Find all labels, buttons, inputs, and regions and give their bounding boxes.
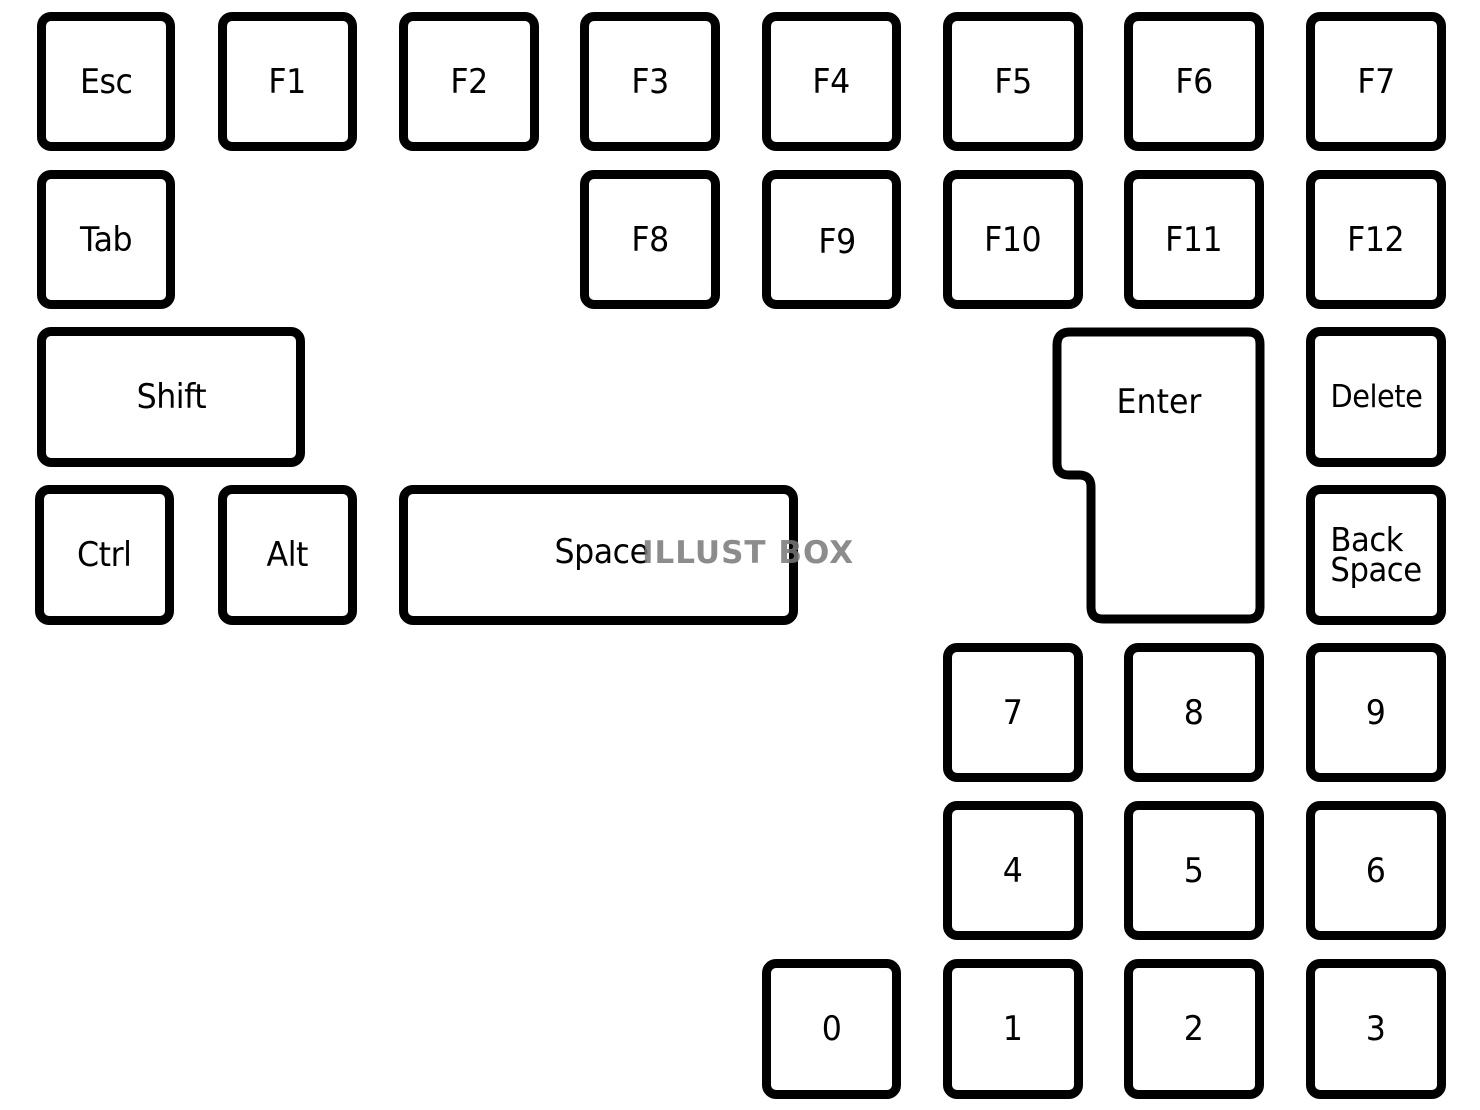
key-label: 1 xyxy=(1003,1009,1023,1049)
key-label: 5 xyxy=(1184,850,1204,891)
key-shift[interactable]: Shift xyxy=(37,327,305,467)
key-label: F11 xyxy=(1165,219,1223,260)
key-label: Delete xyxy=(1330,378,1422,415)
key-numpad-5[interactable]: 5 xyxy=(1124,801,1264,940)
key-label: F9 xyxy=(818,221,857,262)
key-alt[interactable]: Alt xyxy=(218,485,357,625)
key-label: F7 xyxy=(1357,61,1395,102)
key-numpad-8[interactable]: 8 xyxy=(1124,643,1264,782)
key-f9[interactable]: F9 xyxy=(762,170,901,309)
key-numpad-1[interactable]: 1 xyxy=(943,959,1083,1099)
key-label: 7 xyxy=(1003,692,1023,733)
key-f6[interactable]: F6 xyxy=(1124,12,1264,151)
key-delete[interactable]: Delete xyxy=(1306,327,1446,467)
key-f3[interactable]: F3 xyxy=(580,12,720,151)
key-label: Back Space xyxy=(1330,523,1422,589)
key-numpad-6[interactable]: 6 xyxy=(1306,801,1446,940)
key-ctrl[interactable]: Ctrl xyxy=(35,485,174,625)
key-label: F4 xyxy=(812,61,851,102)
key-label: F1 xyxy=(268,61,307,102)
key-numpad-3[interactable]: 3 xyxy=(1306,959,1446,1099)
key-f11[interactable]: F11 xyxy=(1124,170,1264,309)
key-f7[interactable]: F7 xyxy=(1306,12,1446,151)
key-numpad-2[interactable]: 2 xyxy=(1124,959,1264,1099)
key-f5[interactable]: F5 xyxy=(943,12,1083,151)
key-tab[interactable]: Tab xyxy=(37,170,175,309)
enter-key-shape xyxy=(1052,327,1265,624)
key-space[interactable]: Space xyxy=(399,485,798,625)
key-label: 3 xyxy=(1366,1009,1386,1049)
key-label: Alt xyxy=(266,535,309,575)
key-label: 8 xyxy=(1184,692,1204,733)
key-enter[interactable]: Enter xyxy=(1052,327,1266,625)
key-f8[interactable]: F8 xyxy=(580,170,720,309)
key-f2[interactable]: F2 xyxy=(399,12,539,151)
key-label: 0 xyxy=(821,1009,842,1049)
key-label: Shift xyxy=(136,377,206,417)
key-label: F12 xyxy=(1347,219,1405,260)
key-f4[interactable]: F4 xyxy=(762,12,901,151)
key-label: F8 xyxy=(631,219,669,260)
key-label: Space xyxy=(554,532,649,572)
key-backspace[interactable]: Back Space xyxy=(1306,485,1446,625)
key-numpad-4[interactable]: 4 xyxy=(943,801,1083,940)
key-label: Enter xyxy=(1116,382,1202,422)
key-f12[interactable]: F12 xyxy=(1306,170,1446,309)
key-label: F10 xyxy=(984,219,1042,260)
key-f1[interactable]: F1 xyxy=(218,12,357,151)
key-label: 9 xyxy=(1366,692,1386,733)
key-f10[interactable]: F10 xyxy=(943,170,1083,309)
key-numpad-0[interactable]: 0 xyxy=(762,959,901,1099)
key-label: 2 xyxy=(1184,1009,1204,1049)
key-label: 4 xyxy=(1003,850,1023,891)
key-esc[interactable]: Esc xyxy=(37,12,175,151)
key-numpad-9[interactable]: 9 xyxy=(1306,643,1446,782)
key-label: Tab xyxy=(79,219,133,260)
key-label: F2 xyxy=(450,61,488,102)
key-numpad-7[interactable]: 7 xyxy=(943,643,1083,782)
key-label: F6 xyxy=(1175,61,1213,102)
key-label: F3 xyxy=(631,61,669,102)
key-label: Esc xyxy=(79,61,133,102)
key-label: F5 xyxy=(994,61,1032,102)
key-label: 6 xyxy=(1366,850,1386,891)
key-label: Ctrl xyxy=(77,535,132,575)
key-label-line2: Space xyxy=(1330,550,1422,589)
